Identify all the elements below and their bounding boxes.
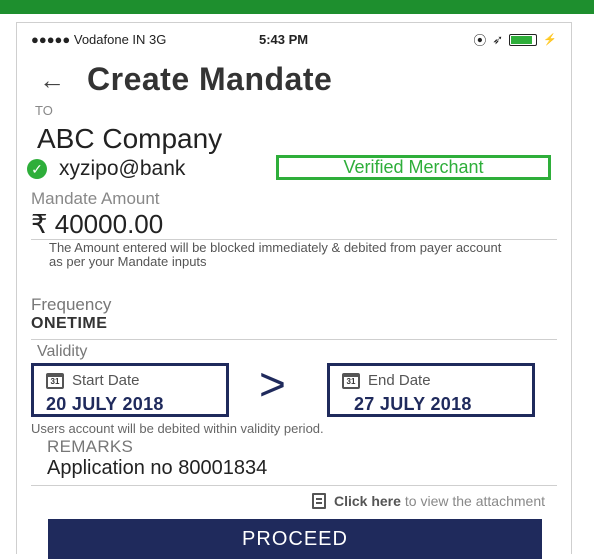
check-circle-icon: ✓: [27, 159, 47, 179]
frequency-divider: [31, 339, 557, 340]
status-icons: ⦿ ➶ ⚡: [473, 30, 557, 49]
view-attachment-link[interactable]: Click here to view the attachment: [311, 493, 545, 509]
page-title: Create Mandate: [87, 61, 333, 97]
end-date-head: 31 End Date: [342, 372, 431, 389]
calendar-icon: 31: [342, 372, 360, 389]
validity-label: Validity: [37, 343, 88, 360]
top-band: [0, 0, 594, 14]
end-date-label: End Date: [368, 372, 431, 389]
status-bar: ●●●●● Vodafone IN 3G 5:43 PM ⦿ ➶ ⚡: [31, 29, 557, 49]
amount-value[interactable]: ₹ 40000.00: [31, 209, 163, 240]
carrier-text: ●●●●● Vodafone IN 3G: [31, 32, 167, 47]
phone-screen: ●●●●● Vodafone IN 3G 5:43 PM ⦿ ➶ ⚡ ← Cre…: [16, 22, 572, 559]
arrow-icon: ➶: [492, 31, 504, 47]
remarks-value[interactable]: Application no 80001834: [47, 457, 267, 480]
end-date-value: 27 JULY 2018: [354, 394, 472, 414]
attachment-text: to view the attachment: [404, 493, 545, 509]
validity-note: Users account will be debited within val…: [31, 421, 324, 436]
frequency-label: Frequency: [31, 295, 112, 314]
payee-name: ABC Company: [37, 123, 223, 154]
battery-icon: [509, 33, 538, 46]
verified-merchant-badge: Verified Merchant: [276, 155, 551, 180]
document-icon: [311, 493, 326, 509]
click-here-link[interactable]: Click here: [334, 493, 401, 509]
amount-note: The Amount entered will be blocked immed…: [49, 240, 502, 269]
remarks-divider: [31, 485, 557, 486]
start-date-head: 31 Start Date: [46, 372, 140, 389]
greater-than-separator: >: [259, 358, 286, 410]
proceed-button[interactable]: PROCEED: [48, 519, 542, 559]
vpa-row: ✓ xyzipo@bank: [27, 157, 185, 181]
status-time: 5:43 PM: [259, 32, 309, 47]
location-icon: ⦿: [473, 33, 487, 48]
to-label: TO: [35, 103, 53, 118]
end-date-picker[interactable]: 31 End Date 27 JULY 2018: [327, 363, 535, 417]
amount-label: Mandate Amount: [31, 189, 160, 208]
calendar-icon: 31: [46, 372, 64, 389]
remarks-label: REMARKS: [47, 437, 134, 456]
charging-icon: ⚡: [543, 34, 557, 46]
start-date-value: 20 JULY 2018: [46, 394, 164, 414]
start-date-picker[interactable]: 31 Start Date 20 JULY 2018: [31, 363, 229, 417]
back-arrow-icon[interactable]: ←: [39, 67, 65, 93]
start-date-label: Start Date: [72, 372, 140, 389]
frequency-value[interactable]: ONETIME: [31, 315, 107, 333]
payee-vpa: xyzipo@bank: [59, 157, 186, 180]
header: ← Create Mandate: [39, 61, 332, 98]
